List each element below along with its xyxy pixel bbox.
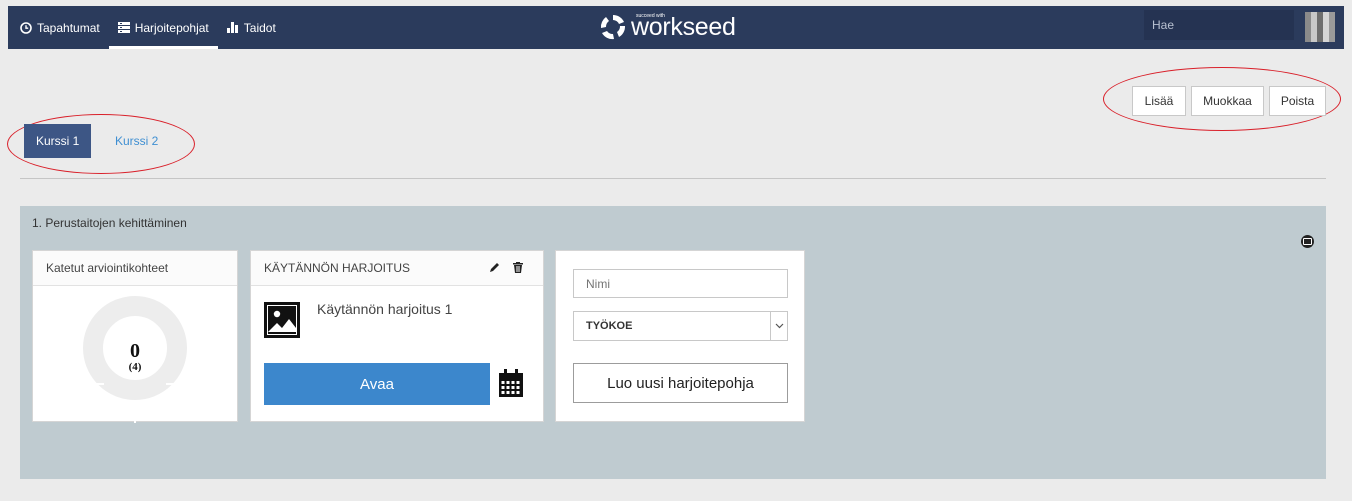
exercise-card-title: KÄYTÄNNÖN HARJOITUS	[264, 261, 411, 275]
bar-chart-icon	[226, 22, 238, 33]
open-button[interactable]: Avaa	[264, 363, 490, 405]
nav-label: Taidot	[243, 20, 276, 35]
edit-button[interactable]: Muokkaa	[1191, 86, 1264, 116]
main-nav: Tapahtumat Harjoitepohjat Taidot	[8, 6, 285, 49]
progress-card-title: Katetut arviointikohteet	[33, 251, 237, 286]
nav-label: Harjoitepohjat	[134, 20, 209, 35]
nav-item-taidot[interactable]: Taidot	[218, 6, 285, 49]
create-template-button[interactable]: Luo uusi harjoitepohja	[573, 363, 788, 403]
workseed-logo[interactable]: succeed with workseed	[598, 11, 736, 43]
exercise-card-header: KÄYTÄNNÖN HARJOITUS	[251, 251, 543, 286]
section-title: 1. Perustaitojen kehittäminen	[32, 216, 187, 230]
tab-kurssi-2[interactable]: Kurssi 2	[103, 124, 170, 158]
clock-icon	[20, 21, 32, 34]
exercise-card: KÄYTÄNNÖN HARJOITUS Käytännön harjoitus …	[250, 250, 544, 422]
nav-label: Tapahtumat	[37, 20, 100, 35]
top-navbar: Tapahtumat Harjoitepohjat Taidot succeed…	[8, 6, 1344, 49]
nav-item-tapahtumat[interactable]: Tapahtumat	[8, 6, 109, 49]
name-input[interactable]	[573, 269, 788, 298]
new-template-card: TYÖKOE Luo uusi harjoitepohja	[555, 250, 805, 422]
collapse-icon[interactable]	[1301, 235, 1314, 248]
list-icon	[117, 22, 130, 33]
exercise-item-name[interactable]: Käytännön harjoitus 1	[317, 301, 452, 317]
image-icon	[264, 302, 300, 338]
search-input[interactable]	[1144, 10, 1294, 40]
delete-button[interactable]: Poista	[1269, 86, 1326, 116]
type-select-value: TYÖKOE	[586, 320, 633, 332]
exercise-section: 1. Perustaitojen kehittäminen Katetut ar…	[20, 206, 1326, 479]
workseed-logo-icon	[600, 14, 626, 40]
progress-card: Katetut arviointikohteet 0 (4)	[32, 250, 238, 423]
nav-item-harjoitepohjat[interactable]: Harjoitepohjat	[108, 6, 218, 49]
divider	[20, 178, 1326, 179]
calendar-icon[interactable]	[499, 369, 523, 397]
avatar[interactable]	[1305, 12, 1335, 42]
type-select[interactable]: TYÖKOE	[573, 311, 788, 341]
tab-kurssi-1[interactable]: Kurssi 1	[24, 124, 92, 158]
chevron-down-icon	[770, 312, 787, 340]
add-button[interactable]: Lisää	[1132, 86, 1186, 116]
logo-tagline: succeed with	[636, 13, 665, 19]
progress-total: (4)	[128, 361, 142, 373]
progress-value: 0	[130, 340, 140, 362]
pencil-icon[interactable]	[489, 262, 500, 273]
trash-icon[interactable]	[513, 262, 523, 273]
